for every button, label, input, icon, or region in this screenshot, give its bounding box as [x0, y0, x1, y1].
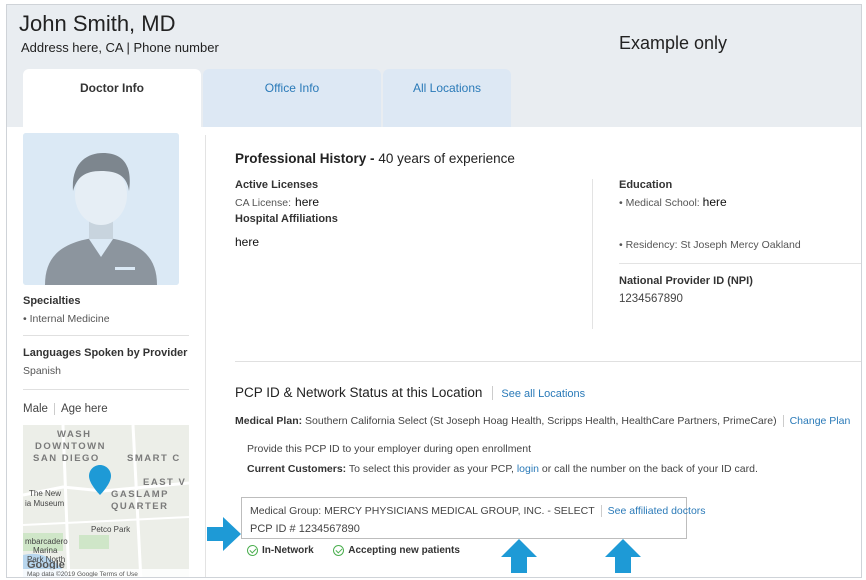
gender-value: Male: [23, 403, 48, 416]
map-label: GASLAMP: [111, 489, 169, 500]
medical-group-value: Medical Group: MERCY PHYSICIANS MEDICAL …: [250, 505, 595, 517]
example-note: Example only: [619, 33, 728, 53]
see-all-locations-link[interactable]: See all Locations: [501, 388, 585, 400]
tab-all-locations[interactable]: All Locations: [383, 69, 511, 127]
login-link[interactable]: login: [517, 463, 539, 475]
map-label: ia Museum: [25, 499, 65, 508]
avatar: [23, 133, 179, 285]
current-customers-text: or call the number on the back of your I…: [541, 463, 758, 475]
professional-history-label: Professional History -: [235, 151, 375, 166]
hospital-affiliations-label: Hospital Affiliations: [235, 213, 338, 225]
pcp-title-text: PCP ID & Network Status at this Location: [235, 385, 483, 400]
ca-license-label: CA License:: [235, 197, 292, 209]
language-value: Spanish: [23, 365, 61, 377]
medical-school-value: here: [702, 195, 727, 209]
tab-content: Specialties • Internal Medicine Language…: [7, 127, 861, 577]
arrow-up-icon: [605, 539, 641, 573]
experience-value: 40 years of experience: [378, 151, 515, 166]
doctor-profile-page: John Smith, MD Address here, CA | Phone …: [6, 4, 862, 578]
check-circle-icon: [247, 545, 258, 556]
ca-license-value: here: [295, 195, 320, 209]
see-affiliated-doctors-link[interactable]: See affiliated doctors: [608, 505, 706, 517]
map-label: WASH: [57, 429, 92, 440]
professional-history-title: Professional History - 40 years of exper…: [235, 151, 515, 166]
tab-doctor-info[interactable]: Doctor Info: [23, 69, 201, 127]
medical-group-box: Medical Group: MERCY PHYSICIANS MEDICAL …: [241, 497, 706, 539]
map-label: Marina: [33, 546, 58, 555]
map-label: SMART C: [127, 453, 181, 464]
npi-label: National Provider ID (NPI): [619, 275, 753, 287]
map-label: DOWNTOWN: [35, 441, 106, 452]
medical-school-label: • Medical School:: [619, 197, 700, 209]
in-network-badge: In-Network: [262, 545, 314, 557]
map-label: The New: [29, 489, 62, 498]
map-label: Petco Park: [91, 525, 131, 534]
doctor-address: Address here, CA | Phone number: [21, 40, 219, 55]
change-plan-link[interactable]: Change Plan: [790, 415, 851, 427]
residency: • Residency: St Joseph Mercy Oakland: [619, 239, 801, 251]
section-divider: [235, 361, 861, 362]
medical-plan-value: Southern California Select (St Joseph Ho…: [305, 415, 777, 427]
map-label: QUARTER: [111, 501, 169, 512]
specialty-item: • Internal Medicine: [23, 313, 110, 325]
gender-age: Male Age here: [23, 403, 108, 415]
medical-school: • Medical School: here: [619, 195, 727, 209]
npi-value: 1234567890: [619, 293, 683, 305]
medical-plan: Medical Plan: Southern California Select…: [235, 415, 851, 428]
provide-pcp-text: Provide this PCP ID to your employer dur…: [247, 443, 532, 455]
map-label: mbarcadero: [25, 537, 68, 546]
divider: [619, 263, 861, 264]
languages-label: Languages Spoken by Provider: [23, 347, 188, 359]
doctor-name: John Smith, MD: [19, 11, 176, 36]
accepting-patients-badge: Accepting new patients: [348, 545, 460, 557]
pcp-id: PCP ID # 1234567890: [250, 523, 360, 535]
map-attribution[interactable]: Map data ©2019 Google Terms of Use: [23, 569, 189, 577]
education-label: Education: [619, 179, 673, 191]
specialties-label: Specialties: [23, 295, 81, 307]
column-divider: [205, 135, 206, 577]
map-label: EAST V: [143, 477, 187, 488]
active-licenses-label: Active Licenses: [235, 179, 319, 191]
ca-license: CA License: here: [235, 195, 319, 209]
pcp-section-title: PCP ID & Network Status at this Location…: [235, 385, 585, 401]
hospital-affiliations-value: here: [235, 235, 260, 249]
arrow-up-icon: [501, 539, 537, 573]
map-label: SAN DIEGO: [33, 453, 100, 464]
arrow-right-icon: [207, 517, 241, 551]
divider: [23, 335, 189, 336]
current-customers-text: To select this provider as your PCP,: [348, 463, 514, 475]
tab-office-info[interactable]: Office Info: [203, 69, 381, 127]
network-status: In-Network Accepting new patients: [247, 545, 460, 556]
current-customers-label: Current Customers:: [247, 463, 347, 475]
profile-header: John Smith, MD Address here, CA | Phone …: [7, 5, 861, 127]
age-value: Age here: [60, 403, 108, 416]
avatar-placeholder-icon: [23, 133, 179, 285]
divider: [23, 389, 189, 390]
check-circle-icon: [333, 545, 345, 556]
medical-group-line: Medical Group: MERCY PHYSICIANS MEDICAL …: [250, 505, 706, 518]
column-divider: [592, 179, 593, 329]
medical-plan-label: Medical Plan:: [235, 415, 303, 427]
map-pin-icon[interactable]: [89, 465, 111, 495]
current-customers: Current Customers: To select this provid…: [247, 463, 758, 475]
location-map[interactable]: WASH DOWNTOWN SAN DIEGO SMART C EAST V G…: [23, 425, 189, 577]
